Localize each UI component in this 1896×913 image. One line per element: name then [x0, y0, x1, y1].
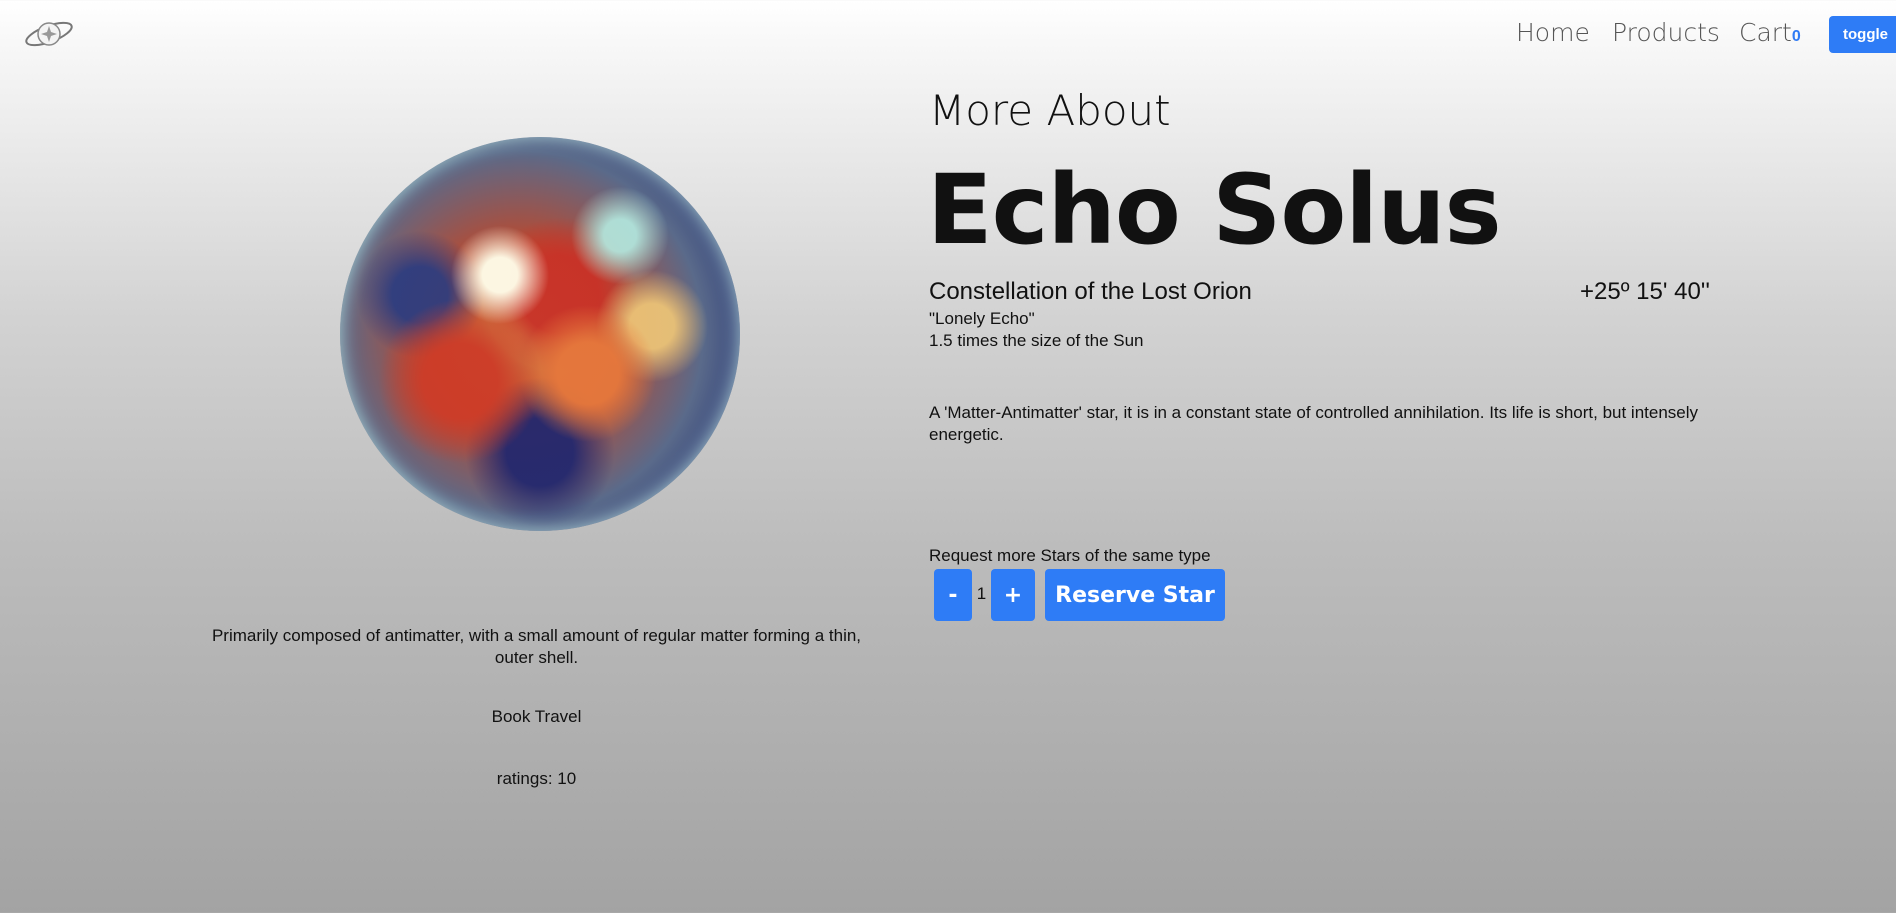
cart-count-badge: 0: [1791, 28, 1801, 45]
cart-label: Cart: [1739, 18, 1792, 47]
nav-home-link[interactable]: Home: [1516, 18, 1590, 47]
star-description: A 'Matter-Antimatter' star, it is in a c…: [929, 403, 1699, 444]
nav-cart-link[interactable]: Cart0: [1739, 18, 1801, 47]
planet-logo-icon[interactable]: [22, 14, 76, 54]
nav-products-link[interactable]: Products: [1612, 18, 1720, 47]
star-image: [340, 137, 740, 531]
request-more-label: Request more Stars of the same type: [929, 546, 1211, 565]
star-size: 1.5 times the size of the Sun: [929, 331, 1144, 350]
star-composition: Primarily composed of antimatter, with a…: [211, 626, 862, 667]
more-about-heading: More About: [929, 86, 1171, 135]
star-name-title: Echo Solus: [927, 154, 1502, 266]
star-ratings: ratings: 10: [496, 769, 577, 788]
toggle-button[interactable]: toggle: [1829, 16, 1896, 53]
star-nickname: "Lonely Echo": [929, 309, 1035, 328]
increment-quantity-button[interactable]: +: [991, 569, 1035, 621]
decrement-quantity-button[interactable]: -: [934, 569, 972, 621]
constellation-name: Constellation of the Lost Orion: [929, 278, 1252, 305]
star-coordinates: +25º 15' 40'': [1580, 278, 1710, 305]
reserve-star-button[interactable]: Reserve Star: [1045, 569, 1225, 621]
quantity-value: 1: [976, 584, 987, 603]
book-travel-link[interactable]: Book Travel: [200, 707, 873, 727]
